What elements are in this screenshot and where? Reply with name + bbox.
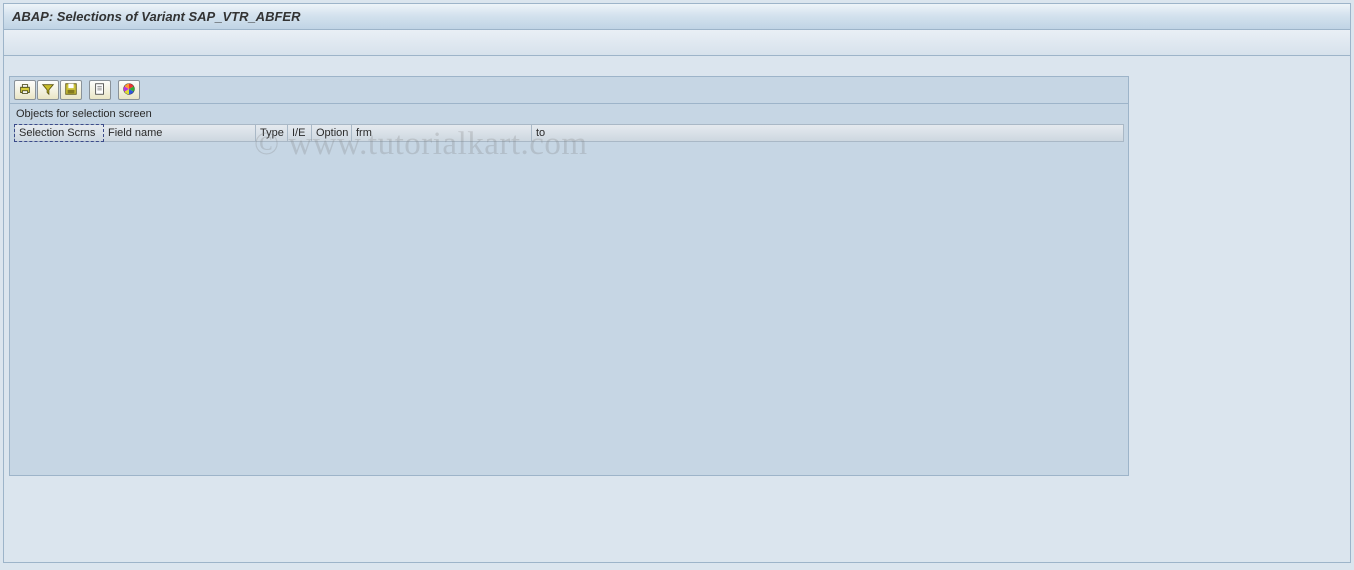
- column-header-type[interactable]: Type: [256, 125, 288, 141]
- selection-panel: Objects for selection screen Selection S…: [9, 76, 1129, 476]
- application-toolbar: [4, 30, 1350, 56]
- column-header-selection-scrns[interactable]: Selection Scrns: [14, 124, 104, 142]
- print-button[interactable]: [14, 80, 36, 100]
- color-legend-button[interactable]: [118, 80, 140, 100]
- content-area: © www.tutorialkart.com: [4, 76, 1350, 476]
- print-icon: [18, 82, 32, 99]
- page-preview-button[interactable]: [89, 80, 111, 100]
- color-legend-icon: [122, 82, 136, 99]
- action-toolbar: [10, 77, 1128, 104]
- column-header-field-name[interactable]: Field name: [104, 125, 256, 141]
- save-button[interactable]: [60, 80, 82, 100]
- page-title: ABAP: Selections of Variant SAP_VTR_ABFE…: [12, 9, 300, 24]
- column-header-frm[interactable]: frm: [352, 125, 532, 141]
- main-window: ABAP: Selections of Variant SAP_VTR_ABFE…: [3, 3, 1351, 563]
- save-icon: [64, 82, 78, 99]
- column-header-to[interactable]: to: [532, 125, 742, 141]
- filter-icon: [41, 82, 55, 99]
- filter-button[interactable]: [37, 80, 59, 100]
- page-icon: [93, 82, 107, 99]
- table-header: Selection Scrns Field name Type I/E Opti…: [14, 124, 1124, 142]
- section-label: Objects for selection screen: [10, 104, 1128, 124]
- title-bar: ABAP: Selections of Variant SAP_VTR_ABFE…: [4, 4, 1350, 30]
- column-header-option[interactable]: Option: [312, 125, 352, 141]
- column-header-ie[interactable]: I/E: [288, 125, 312, 141]
